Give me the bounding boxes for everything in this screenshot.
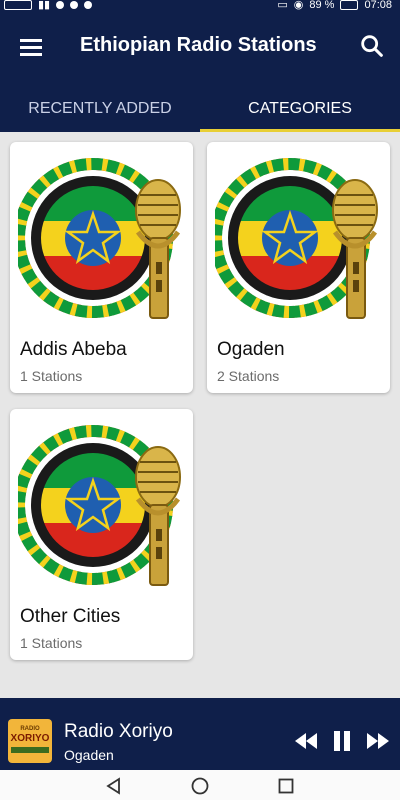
- system-nav-bar: [0, 770, 400, 800]
- mini-player[interactable]: RADIO XORIYO Radio Xoriyo Ogaden: [0, 698, 400, 770]
- ethiopia-radio-microphone-logo: [18, 158, 181, 319]
- now-playing-category: Ogaden: [64, 747, 114, 763]
- search-icon[interactable]: [358, 32, 386, 60]
- station-logo-main-text: XORIYO: [10, 733, 50, 744]
- battery-percent: 89 %: [309, 0, 335, 11]
- battery-icon: [340, 0, 359, 10]
- status-left: ▮▮: [4, 0, 93, 11]
- recents-icon[interactable]: [276, 776, 296, 796]
- tab-label: CATEGORIES: [248, 100, 352, 117]
- ethiopia-radio-microphone-logo: [18, 425, 181, 586]
- fast-forward-icon[interactable]: [364, 729, 392, 753]
- page-title: Ethiopian Radio Stations: [80, 34, 317, 56]
- tab-recently-added[interactable]: RECENTLY ADDED: [0, 86, 200, 132]
- rewind-icon[interactable]: [292, 729, 320, 753]
- sim-icon: [4, 0, 32, 10]
- clock: 07:08: [364, 0, 392, 11]
- category-card-addis-abeba[interactable]: Addis Abeba 1 Stations: [10, 142, 193, 393]
- notification-icon: [84, 0, 93, 9]
- pause-icon[interactable]: [328, 729, 356, 753]
- category-card-ogaden[interactable]: Ogaden 2 Stations: [207, 142, 390, 393]
- app-bar: Ethiopian Radio Stations RECENTLY ADDED …: [0, 14, 400, 132]
- notification-icon: [70, 0, 79, 9]
- tab-categories[interactable]: CATEGORIES: [200, 86, 400, 132]
- station-count: 2 Stations: [217, 368, 280, 384]
- status-bar: ▮▮ ▭ ◉ 89 % 07:08: [0, 0, 400, 14]
- station-count: 1 Stations: [20, 635, 83, 651]
- home-icon[interactable]: [190, 776, 210, 796]
- eye-icon: ◉: [293, 0, 304, 11]
- notification-icon: [56, 0, 65, 9]
- signal-icon: ▮▮: [38, 0, 51, 11]
- category-name: Ogaden: [217, 339, 285, 360]
- hamburger-menu-icon[interactable]: [18, 36, 44, 58]
- status-right: ▭ ◉ 89 % 07:08: [277, 0, 392, 11]
- category-name: Addis Abeba: [20, 339, 127, 360]
- ethiopia-radio-microphone-logo: [215, 158, 378, 319]
- back-icon[interactable]: [104, 776, 124, 796]
- station-logo-top-text: RADIO: [20, 726, 40, 732]
- tab-bar: RECENTLY ADDED CATEGORIES: [0, 86, 400, 132]
- category-name: Other Cities: [20, 606, 121, 627]
- nfc-icon: ▭: [277, 0, 288, 11]
- station-count: 1 Stations: [20, 368, 83, 384]
- station-logo: RADIO XORIYO: [8, 719, 52, 763]
- tab-label: RECENTLY ADDED: [28, 100, 172, 117]
- now-playing-station: Radio Xoriyo: [64, 721, 173, 742]
- category-card-other-cities[interactable]: Other Cities 1 Stations: [10, 409, 193, 660]
